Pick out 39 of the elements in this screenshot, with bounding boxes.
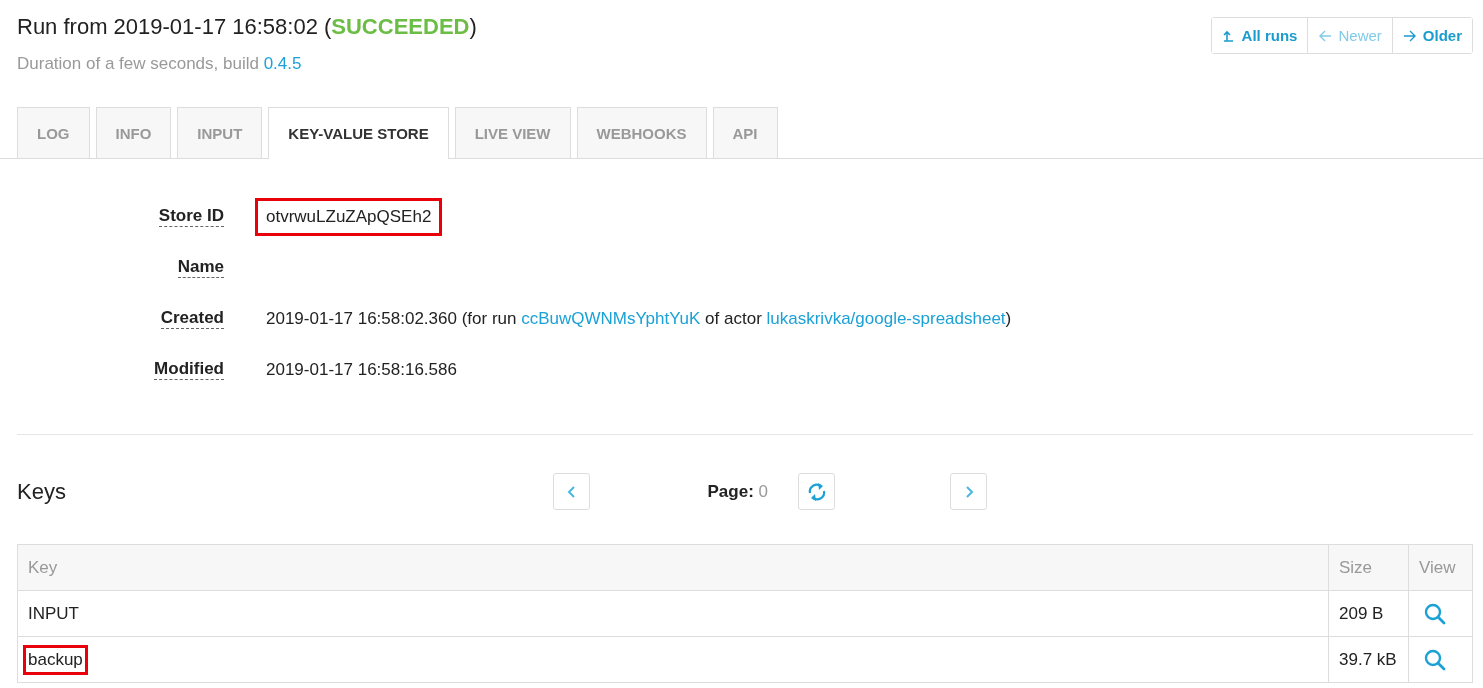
tab[interactable]: KEY-VALUE STORE bbox=[268, 107, 449, 159]
tab[interactable]: WEBHOOKS bbox=[576, 107, 707, 158]
tab[interactable]: LIVE VIEW bbox=[454, 107, 571, 158]
field-label: Created bbox=[160, 308, 224, 329]
left-arrow-icon bbox=[1318, 28, 1333, 43]
field-value: 2019-01-17 16:58:16.586 bbox=[265, 358, 458, 381]
column-header: View bbox=[1408, 544, 1473, 591]
chevron-right-icon bbox=[963, 484, 974, 499]
right-arrow-icon bbox=[1402, 28, 1417, 43]
chevron-left-icon bbox=[566, 484, 577, 499]
previous-page-button[interactable] bbox=[553, 473, 590, 510]
table-cell: 209 B bbox=[1328, 590, 1409, 637]
table-cell-text: INPUT bbox=[27, 602, 80, 625]
refresh-button[interactable] bbox=[798, 473, 835, 510]
field-label: Store ID bbox=[158, 206, 224, 227]
up-arrow-icon bbox=[1221, 28, 1236, 43]
link[interactable]: lukaskrivka/google-spreadsheet bbox=[766, 308, 1006, 328]
tab[interactable]: API bbox=[712, 107, 778, 158]
section-title: Keys bbox=[17, 478, 67, 505]
field-label: Name bbox=[177, 257, 224, 278]
column-header: Key bbox=[17, 544, 1329, 591]
search-icon[interactable] bbox=[1423, 601, 1447, 626]
table-cell: backup bbox=[23, 644, 88, 675]
nav-button[interactable]: Older bbox=[1391, 18, 1472, 53]
field-value: 2019-01-17 16:58:02.360 (for run ccBuwQWNMsYphtYuK of actor lukaskrivka/google-spreadsheet) bbox=[265, 307, 1013, 330]
run-subtitle: Duration of a few seconds, build 0.4.5 bbox=[17, 54, 303, 74]
tab[interactable]: INPUT bbox=[177, 107, 263, 158]
run-title: Run from 2019-01-17 16:58:02 (SUCCEEDED) bbox=[17, 14, 477, 40]
column-header: Size bbox=[1328, 544, 1409, 591]
field-label: Modified bbox=[154, 359, 224, 380]
field-value: otvrwuLZuZApQSEh2 bbox=[255, 197, 443, 236]
tab[interactable]: LOG bbox=[17, 107, 90, 158]
build-link[interactable]: 0.4.5 bbox=[263, 54, 302, 73]
search-icon[interactable] bbox=[1423, 647, 1447, 672]
table-cell: 39.7 kB bbox=[1328, 636, 1409, 683]
page-indicator: Page: 0 bbox=[706, 481, 769, 502]
tab[interactable]: INFO bbox=[95, 107, 172, 158]
next-page-button[interactable] bbox=[950, 473, 987, 510]
link[interactable]: ccBuwQWNMsYphtYuK bbox=[521, 308, 701, 328]
